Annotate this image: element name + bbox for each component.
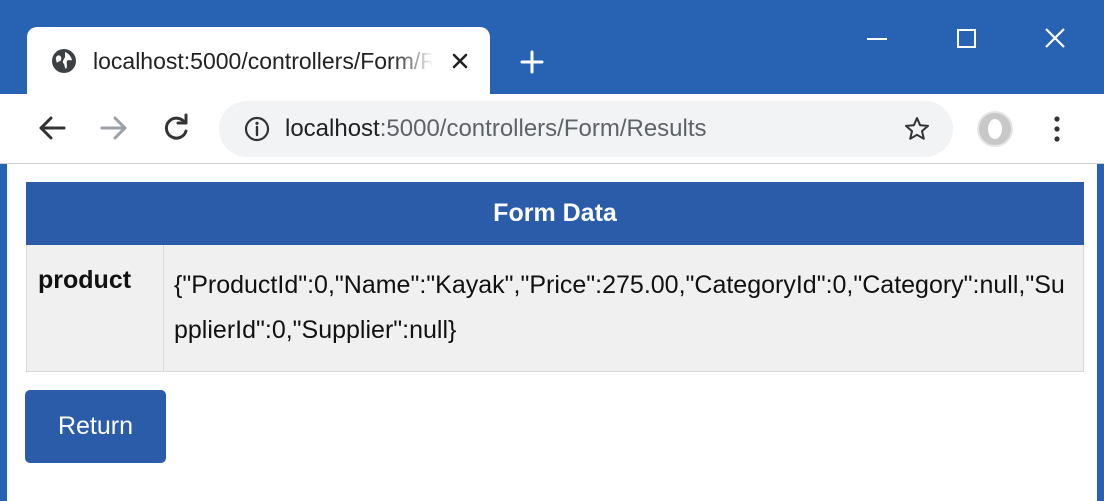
minimize-icon — [867, 38, 887, 40]
info-icon[interactable] — [243, 115, 271, 143]
browser-tab[interactable]: localhost:5000/controllers/Form/Results — [27, 27, 490, 94]
row-value: {"ProductId":0,"Name":"Kayak","Price":27… — [163, 244, 1084, 372]
maximize-icon — [957, 29, 976, 48]
tab-close-icon[interactable] — [445, 46, 475, 76]
new-tab-button[interactable] — [514, 44, 550, 80]
window-close-button[interactable] — [1035, 22, 1075, 56]
form-data-table: Form Data product {"ProductId":0,"Name":… — [26, 182, 1084, 372]
title-bar: localhost:5000/controllers/Form/Results — [0, 0, 1104, 94]
back-arrow-icon — [39, 116, 66, 140]
url-path: :5000/controllers/Form/Results — [379, 115, 707, 142]
kebab-menu-icon — [1054, 116, 1060, 142]
url-host: localhost — [285, 115, 380, 142]
return-button[interactable]: Return — [25, 390, 166, 463]
browser-window: localhost:5000/controllers/Form/Results — [0, 0, 1104, 501]
page-content: Form Data product {"ProductId":0,"Name":… — [7, 164, 1097, 501]
browser-toolbar: localhost:5000/controllers/Form/Results — [0, 94, 1104, 164]
close-icon — [1045, 28, 1065, 48]
table-row: product {"ProductId":0,"Name":"Kayak","P… — [26, 244, 1084, 372]
close-icon — [452, 53, 468, 69]
minimize-button[interactable] — [857, 22, 897, 56]
forward-arrow-icon — [100, 116, 127, 140]
globe-icon — [52, 49, 76, 73]
avatar-icon — [977, 111, 1013, 147]
reload-icon — [164, 113, 188, 140]
back-button[interactable] — [34, 110, 70, 146]
row-key: product — [26, 244, 164, 372]
profile-button[interactable] — [976, 110, 1014, 148]
menu-button[interactable] — [1046, 112, 1068, 146]
table-header-row: Form Data — [26, 182, 1084, 245]
star-icon[interactable] — [903, 115, 931, 143]
plus-icon — [520, 50, 544, 74]
tab-title: localhost:5000/controllers/Form/Results — [93, 46, 433, 76]
address-bar[interactable]: localhost:5000/controllers/Form/Results — [219, 101, 953, 157]
address-url[interactable]: localhost:5000/controllers/Form/Results — [285, 114, 707, 144]
maximize-button[interactable] — [946, 22, 986, 56]
reload-button[interactable] — [158, 110, 194, 146]
table-header: Form Data — [26, 182, 1084, 245]
forward-button[interactable] — [96, 110, 132, 146]
